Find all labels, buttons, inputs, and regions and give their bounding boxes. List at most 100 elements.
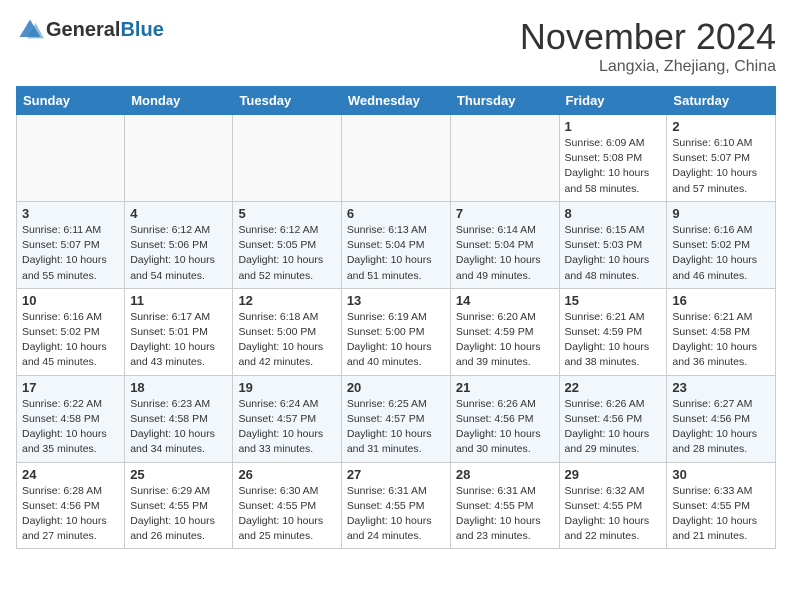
day-info: Sunrise: 6:23 AMSunset: 4:58 PMDaylight:… [130,397,227,458]
calendar-cell: 25 Sunrise: 6:29 AMSunset: 4:55 PMDayligh… [125,462,233,549]
day-number: 11 [130,293,227,308]
calendar-cell: 6Sunrise: 6:13 AMSunset: 5:04 PMDaylight… [341,201,450,288]
day-info: Sunrise: 6:20 AMSunset: 4:59 PMDaylight:… [456,310,554,371]
weekday-header-saturday: Saturday [667,87,776,115]
day-number: 21 [456,380,554,395]
weekday-header-wednesday: Wednesday [341,87,450,115]
day-number: 3 [22,206,119,221]
day-info: Sunrise: 6:26 AMSunset: 4:56 PMDaylight:… [456,397,554,458]
calendar-cell: 16Sunrise: 6:21 AMSunset: 4:58 PMDayligh… [667,288,776,375]
title-block: November 2024 Langxia, Zhejiang, China [520,16,776,76]
day-number: 24 [22,467,119,482]
day-number: 30 [672,467,770,482]
calendar-cell: 3 Sunrise: 6:11 AMSunset: 5:07 PMDaylight… [17,201,125,288]
day-info: Sunrise: 6:10 AMSunset: 5:07 PMDaylight:… [672,136,770,197]
day-info: Sunrise: 6:15 AMSunset: 5:03 PMDaylight:… [565,223,662,284]
day-info: Sunrise: 6:28 AMSunset: 4:56 PMDaylight:… [22,484,119,545]
day-info: Sunrise: 6:33 AMSunset: 4:55 PMDaylight:… [672,484,770,545]
day-number: 13 [347,293,445,308]
calendar-cell [17,115,125,202]
day-number: 5 [238,206,335,221]
day-number: 6 [347,206,445,221]
calendar-cell: 2 Sunrise: 6:10 AMSunset: 5:07 PMDaylight… [667,115,776,202]
day-number: 1 [565,119,662,134]
week-row-4: 24 Sunrise: 6:28 AMSunset: 4:56 PMDayligh… [17,462,776,549]
calendar-cell: 17 Sunrise: 6:22 AMSunset: 4:58 PMDayligh… [17,375,125,462]
day-number: 19 [238,380,335,395]
day-info: Sunrise: 6:17 AMSunset: 5:01 PMDaylight:… [130,310,227,371]
day-number: 22 [565,380,662,395]
day-number: 7 [456,206,554,221]
week-row-0: 1 Sunrise: 6:09 AMSunset: 5:08 PMDaylight… [17,115,776,202]
day-number: 17 [22,380,119,395]
calendar-cell: 20 Sunrise: 6:25 AMSunset: 4:57 PMDayligh… [341,375,450,462]
day-info: Sunrise: 6:22 AMSunset: 4:58 PMDaylight:… [22,397,119,458]
calendar-cell: 13Sunrise: 6:19 AMSunset: 5:00 PMDayligh… [341,288,450,375]
calendar-cell [125,115,233,202]
week-row-2: 10 Sunrise: 6:16 AMSunset: 5:02 PMDayligh… [17,288,776,375]
calendar-cell: 7 Sunrise: 6:14 AMSunset: 5:04 PMDaylight… [450,201,559,288]
day-info: Sunrise: 6:11 AMSunset: 5:07 PMDaylight:… [22,223,119,284]
weekday-header-sunday: Sunday [17,87,125,115]
weekday-header-row: SundayMondayTuesdayWednesdayThursdayFrid… [17,87,776,115]
calendar-cell: 27Sunrise: 6:31 AMSunset: 4:55 PMDayligh… [341,462,450,549]
calendar-cell: 19 Sunrise: 6:24 AMSunset: 4:57 PMDayligh… [233,375,341,462]
calendar-cell: 10 Sunrise: 6:16 AMSunset: 5:02 PMDayligh… [17,288,125,375]
weekday-header-friday: Friday [559,87,667,115]
calendar-cell: 14 Sunrise: 6:20 AMSunset: 4:59 PMDayligh… [450,288,559,375]
day-number: 4 [130,206,227,221]
logo-blue-text: Blue [120,19,163,42]
day-number: 18 [130,380,227,395]
day-info: Sunrise: 6:25 AMSunset: 4:57 PMDaylight:… [347,397,445,458]
calendar-cell [450,115,559,202]
calendar-cell: 21 Sunrise: 6:26 AMSunset: 4:56 PMDayligh… [450,375,559,462]
day-number: 8 [565,206,662,221]
calendar-cell: 24 Sunrise: 6:28 AMSunset: 4:56 PMDayligh… [17,462,125,549]
calendar-cell: 11 Sunrise: 6:17 AMSunset: 5:01 PMDayligh… [125,288,233,375]
day-info: Sunrise: 6:18 AMSunset: 5:00 PMDaylight:… [238,310,335,371]
location: Langxia, Zhejiang, China [520,58,776,76]
calendar-cell: 29 Sunrise: 6:32 AMSunset: 4:55 PMDayligh… [559,462,667,549]
day-info: Sunrise: 6:09 AMSunset: 5:08 PMDaylight:… [565,136,662,197]
day-number: 10 [22,293,119,308]
day-info: Sunrise: 6:12 AMSunset: 5:05 PMDaylight:… [238,223,335,284]
day-info: Sunrise: 6:14 AMSunset: 5:04 PMDaylight:… [456,223,554,284]
day-number: 23 [672,380,770,395]
calendar-cell: 12 Sunrise: 6:18 AMSunset: 5:00 PMDayligh… [233,288,341,375]
calendar-cell: 23 Sunrise: 6:27 AMSunset: 4:56 PMDayligh… [667,375,776,462]
day-number: 2 [672,119,770,134]
day-info: Sunrise: 6:30 AMSunset: 4:55 PMDaylight:… [238,484,335,545]
day-info: Sunrise: 6:16 AMSunset: 5:02 PMDaylight:… [22,310,119,371]
day-info: Sunrise: 6:26 AMSunset: 4:56 PMDaylight:… [565,397,662,458]
day-info: Sunrise: 6:12 AMSunset: 5:06 PMDaylight:… [130,223,227,284]
calendar-cell: 26 Sunrise: 6:30 AMSunset: 4:55 PMDayligh… [233,462,341,549]
day-info: Sunrise: 6:21 AMSunset: 4:59 PMDaylight:… [565,310,662,371]
calendar-cell: 5 Sunrise: 6:12 AMSunset: 5:05 PMDaylight… [233,201,341,288]
day-number: 27 [347,467,445,482]
month-title: November 2024 [520,16,776,58]
day-number: 12 [238,293,335,308]
weekday-header-monday: Monday [125,87,233,115]
day-info: Sunrise: 6:16 AMSunset: 5:02 PMDaylight:… [672,223,770,284]
day-number: 25 [130,467,227,482]
day-info: Sunrise: 6:27 AMSunset: 4:56 PMDaylight:… [672,397,770,458]
calendar-cell [341,115,450,202]
logo-general-text: General [46,19,120,42]
day-number: 14 [456,293,554,308]
week-row-3: 17 Sunrise: 6:22 AMSunset: 4:58 PMDayligh… [17,375,776,462]
day-info: Sunrise: 6:31 AMSunset: 4:55 PMDaylight:… [456,484,554,545]
calendar-cell: 4 Sunrise: 6:12 AMSunset: 5:06 PMDaylight… [125,201,233,288]
day-info: Sunrise: 6:32 AMSunset: 4:55 PMDaylight:… [565,484,662,545]
week-row-1: 3 Sunrise: 6:11 AMSunset: 5:07 PMDaylight… [17,201,776,288]
day-info: Sunrise: 6:29 AMSunset: 4:55 PMDaylight:… [130,484,227,545]
day-number: 20 [347,380,445,395]
weekday-header-thursday: Thursday [450,87,559,115]
calendar-cell: 8 Sunrise: 6:15 AMSunset: 5:03 PMDaylight… [559,201,667,288]
day-number: 26 [238,467,335,482]
calendar-cell: 9Sunrise: 6:16 AMSunset: 5:02 PMDaylight… [667,201,776,288]
day-number: 29 [565,467,662,482]
day-number: 28 [456,467,554,482]
day-info: Sunrise: 6:21 AMSunset: 4:58 PMDaylight:… [672,310,770,371]
day-number: 15 [565,293,662,308]
day-info: Sunrise: 6:24 AMSunset: 4:57 PMDaylight:… [238,397,335,458]
